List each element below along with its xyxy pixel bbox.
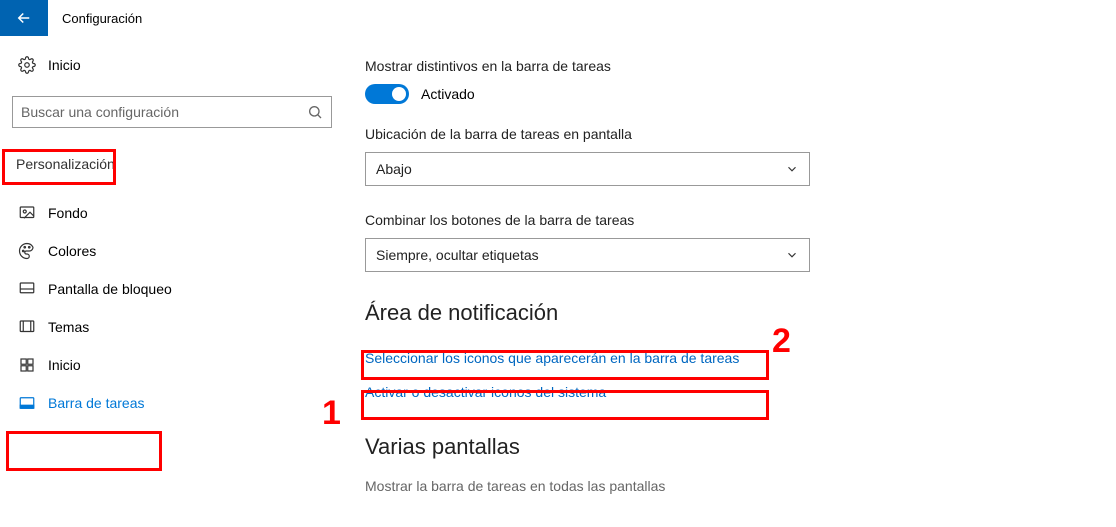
sidebar-home[interactable]: Inicio <box>12 48 345 82</box>
themes-icon <box>18 318 48 336</box>
location-value: Abajo <box>376 161 412 177</box>
sidebar-category: Personalización <box>12 150 345 178</box>
toggle-state: Activado <box>421 86 475 102</box>
link-select-icons[interactable]: Seleccionar los iconos que aparecerán en… <box>365 344 1065 372</box>
sidebar-home-label: Inicio <box>48 57 81 73</box>
search-input[interactable] <box>21 104 307 120</box>
badges-toggle[interactable] <box>365 84 409 104</box>
main-content: Mostrar distintivos en la barra de tarea… <box>345 48 1065 494</box>
window-title: Configuración <box>48 11 142 26</box>
link-system-icons[interactable]: Activar o desactivar iconos del sistema <box>365 378 1065 406</box>
arrow-left-icon <box>15 9 33 27</box>
sidebar-item-colores[interactable]: Colores <box>12 232 345 270</box>
sidebar-item-fondo[interactable]: Fondo <box>12 194 345 232</box>
badges-label: Mostrar distintivos en la barra de tarea… <box>365 58 1065 74</box>
combine-dropdown[interactable]: Siempre, ocultar etiquetas <box>365 238 810 272</box>
sidebar-item-lockscreen[interactable]: Pantalla de bloqueo <box>12 270 345 308</box>
chevron-down-icon <box>785 248 799 262</box>
sidebar-item-label: Inicio <box>48 357 81 373</box>
sidebar-item-label: Pantalla de bloqueo <box>48 281 172 297</box>
sidebar-item-inicio[interactable]: Inicio <box>12 346 345 384</box>
location-dropdown[interactable]: Abajo <box>365 152 810 186</box>
sidebar-item-temas[interactable]: Temas <box>12 308 345 346</box>
taskbar-icon <box>18 394 48 412</box>
notification-section-title: Área de notificación <box>365 300 1065 326</box>
sidebar-item-taskbar[interactable]: Barra de tareas <box>12 384 345 422</box>
back-button[interactable] <box>0 0 48 36</box>
gear-icon <box>18 56 48 74</box>
location-label: Ubicación de la barra de tareas en panta… <box>365 126 1065 142</box>
search-input-wrap[interactable] <box>12 96 332 128</box>
sidebar-item-label: Colores <box>48 243 96 259</box>
combine-label: Combinar los botones de la barra de tare… <box>365 212 1065 228</box>
image-icon <box>18 204 48 222</box>
sidebar-item-label: Barra de tareas <box>48 395 145 411</box>
search-icon <box>307 104 323 120</box>
lockscreen-icon <box>18 280 48 298</box>
sidebar-item-label: Temas <box>48 319 89 335</box>
multiscreen-section-title: Varias pantallas <box>365 434 1065 460</box>
multiscreen-subtext: Mostrar la barra de tareas en todas las … <box>365 478 1065 494</box>
combine-value: Siempre, ocultar etiquetas <box>376 247 539 263</box>
chevron-down-icon <box>785 162 799 176</box>
sidebar: Inicio Personalización Fondo Colores <box>0 48 345 494</box>
sidebar-item-label: Fondo <box>48 205 88 221</box>
palette-icon <box>18 242 48 260</box>
start-icon <box>18 356 48 374</box>
